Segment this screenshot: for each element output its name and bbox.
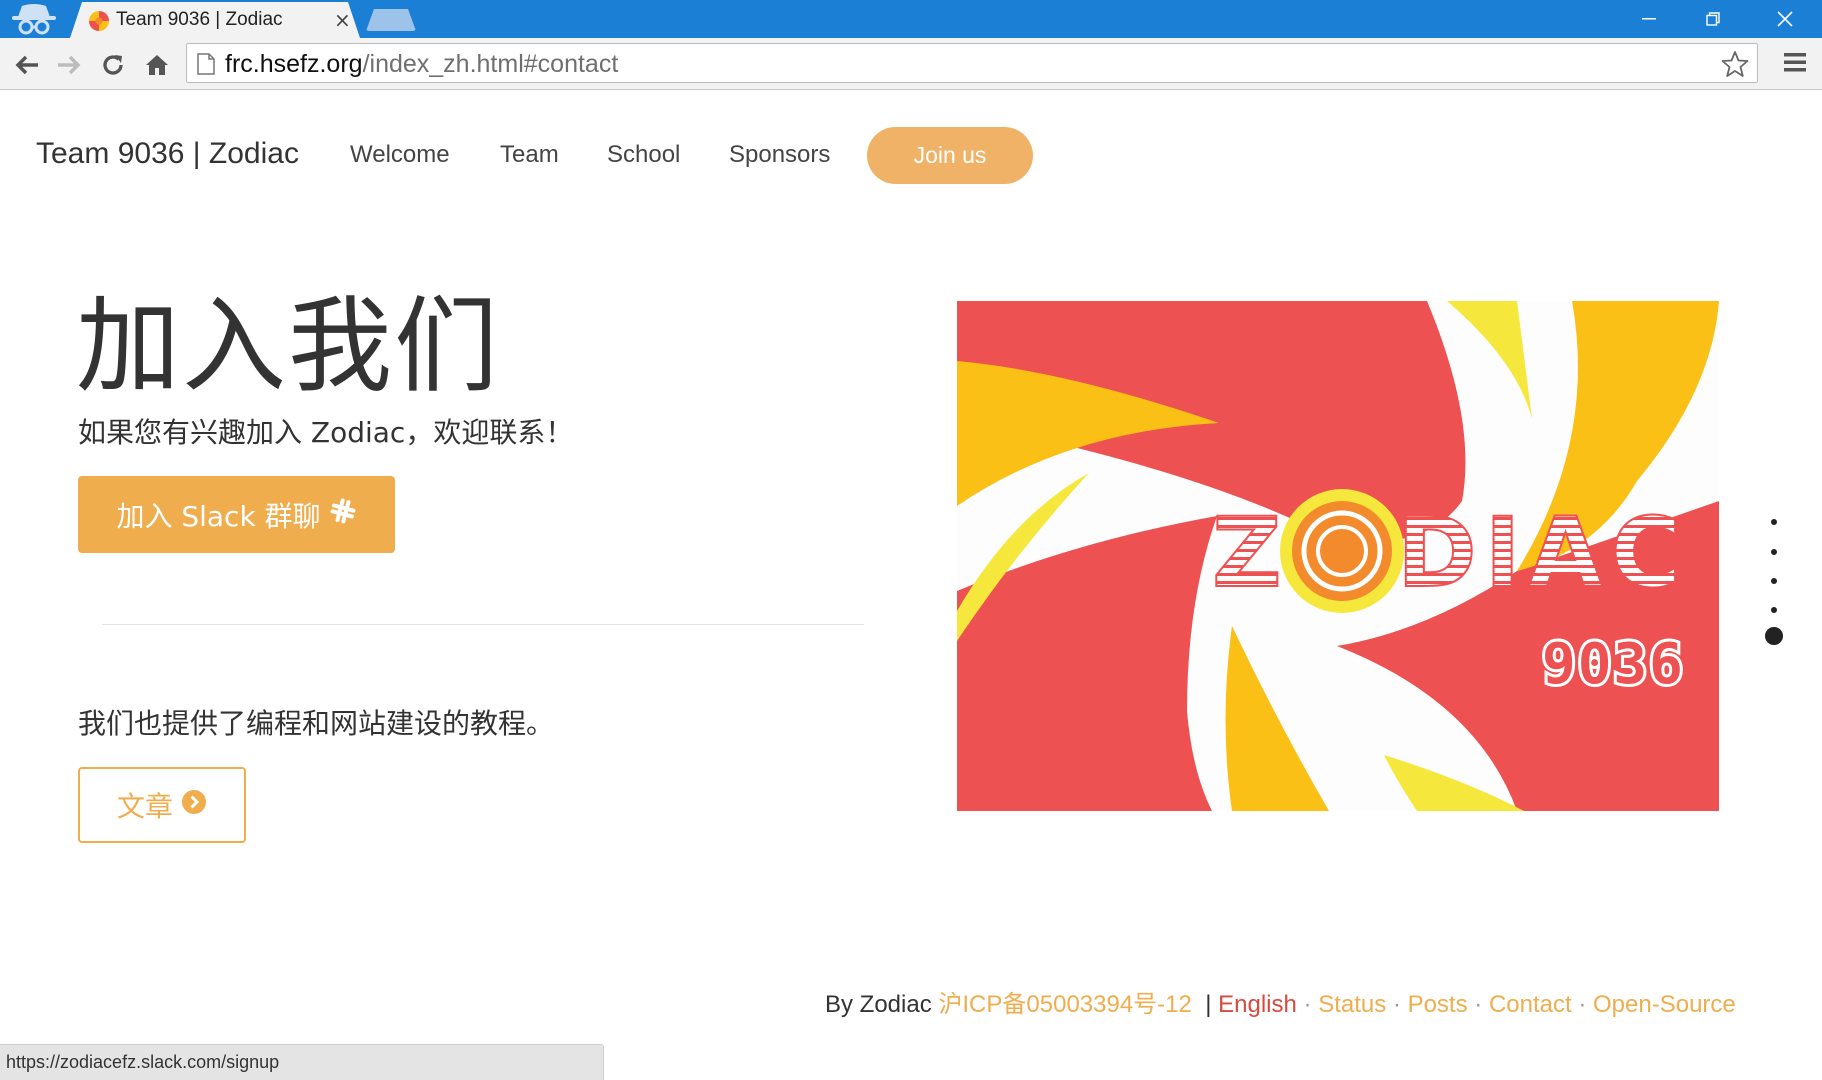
logo-word-rest: DIAC: [1397, 497, 1689, 609]
home-icon[interactable]: [142, 50, 172, 80]
minimize-icon[interactable]: [1620, 0, 1678, 38]
url-host: frc.hsefz.org: [225, 50, 363, 78]
footer-by: By Zodiac: [825, 991, 932, 1018]
slack-icon: [329, 497, 357, 532]
zodiac-favicon-icon: [88, 10, 110, 32]
browser-menu-icon[interactable]: [1782, 50, 1812, 80]
slack-button-label: 加入 Slack 群聊: [116, 499, 321, 533]
footer-link-english[interactable]: English: [1218, 991, 1297, 1018]
tab-close-icon[interactable]: ×: [334, 8, 351, 32]
pager-dot-active[interactable]: [1765, 627, 1783, 645]
logo-number: 9036: [1542, 632, 1685, 697]
pager-dot[interactable]: [1771, 578, 1777, 584]
footer-icp-link[interactable]: 沪ICP备05003394号-12: [938, 991, 1191, 1018]
join-us-button[interactable]: Join us: [867, 127, 1033, 184]
address-bar[interactable]: frc.hsefz.org/index_zh.html#contact: [186, 43, 1758, 83]
nav-welcome[interactable]: Welcome: [350, 141, 450, 169]
status-bar: https://zodiacefz.slack.com/signup: [0, 1044, 604, 1080]
footer-separator: ·: [1474, 991, 1483, 1018]
section-divider: [102, 624, 864, 625]
articles-button-label: 文章: [116, 790, 173, 823]
pager-dot[interactable]: [1771, 607, 1777, 613]
browser-titlebar: Team 9036 | Zodiac ×: [0, 0, 1822, 38]
new-tab-button[interactable]: [366, 9, 416, 31]
page-title: 加入我们: [76, 285, 501, 407]
join-slack-button[interactable]: 加入 Slack 群聊: [78, 476, 395, 553]
pager-dot[interactable]: [1771, 519, 1777, 525]
status-url: https://zodiacefz.slack.com/signup: [6, 1052, 280, 1072]
footer-separator: ·: [1303, 991, 1312, 1018]
browser-toolbar: frc.hsefz.org/index_zh.html#contact: [0, 38, 1822, 90]
nav-school[interactable]: School: [607, 141, 680, 169]
close-window-icon[interactable]: [1756, 0, 1814, 38]
tutorial-text: 我们也提供了编程和网站建设的教程。: [78, 707, 555, 740]
footer-link-open-source[interactable]: Open-Source: [1593, 991, 1736, 1018]
logo-word-z: Z: [1212, 497, 1288, 609]
incognito-icon[interactable]: [6, 0, 62, 38]
reload-icon[interactable]: [98, 50, 128, 80]
footer-separator: ·: [1578, 991, 1587, 1018]
footer: By Zodiac 沪ICP备05003394号-12 | English · …: [825, 984, 1736, 1019]
footer-link-contact[interactable]: Contact: [1489, 991, 1572, 1018]
footer-separator: ·: [1392, 991, 1401, 1018]
site-brand[interactable]: Team 9036 | Zodiac: [36, 137, 299, 171]
url-path: /index_zh.html#contact: [362, 50, 619, 78]
tab-active[interactable]: Team 9036 | Zodiac ×: [70, 2, 360, 38]
forward-arrow-icon[interactable]: [54, 50, 84, 80]
restore-icon[interactable]: [1684, 0, 1742, 38]
hero-subtitle: 如果您有兴趣加入 Zodiac，欢迎联系！: [78, 416, 574, 449]
chevron-right-circle-icon: [181, 789, 207, 822]
footer-link-status[interactable]: Status: [1318, 991, 1386, 1018]
back-arrow-icon[interactable]: [12, 50, 42, 80]
nav-sponsors[interactable]: Sponsors: [729, 141, 830, 169]
page-content: Team 9036 | Zodiac Welcome Team School S…: [0, 91, 1822, 1080]
footer-link-posts[interactable]: Posts: [1408, 991, 1468, 1018]
nav-team[interactable]: Team: [500, 141, 559, 169]
footer-bar: |: [1205, 991, 1212, 1018]
bookmark-star-icon[interactable]: [1721, 50, 1749, 78]
zodiac-logo-image: Z DIAC 9036: [957, 301, 1719, 811]
tab-title: Team 9036 | Zodiac: [116, 9, 283, 30]
articles-button[interactable]: 文章: [78, 767, 246, 843]
url-text[interactable]: frc.hsefz.org/index_zh.html#contact: [225, 50, 618, 79]
page-icon: [197, 53, 215, 75]
pager-dot[interactable]: [1771, 549, 1777, 555]
